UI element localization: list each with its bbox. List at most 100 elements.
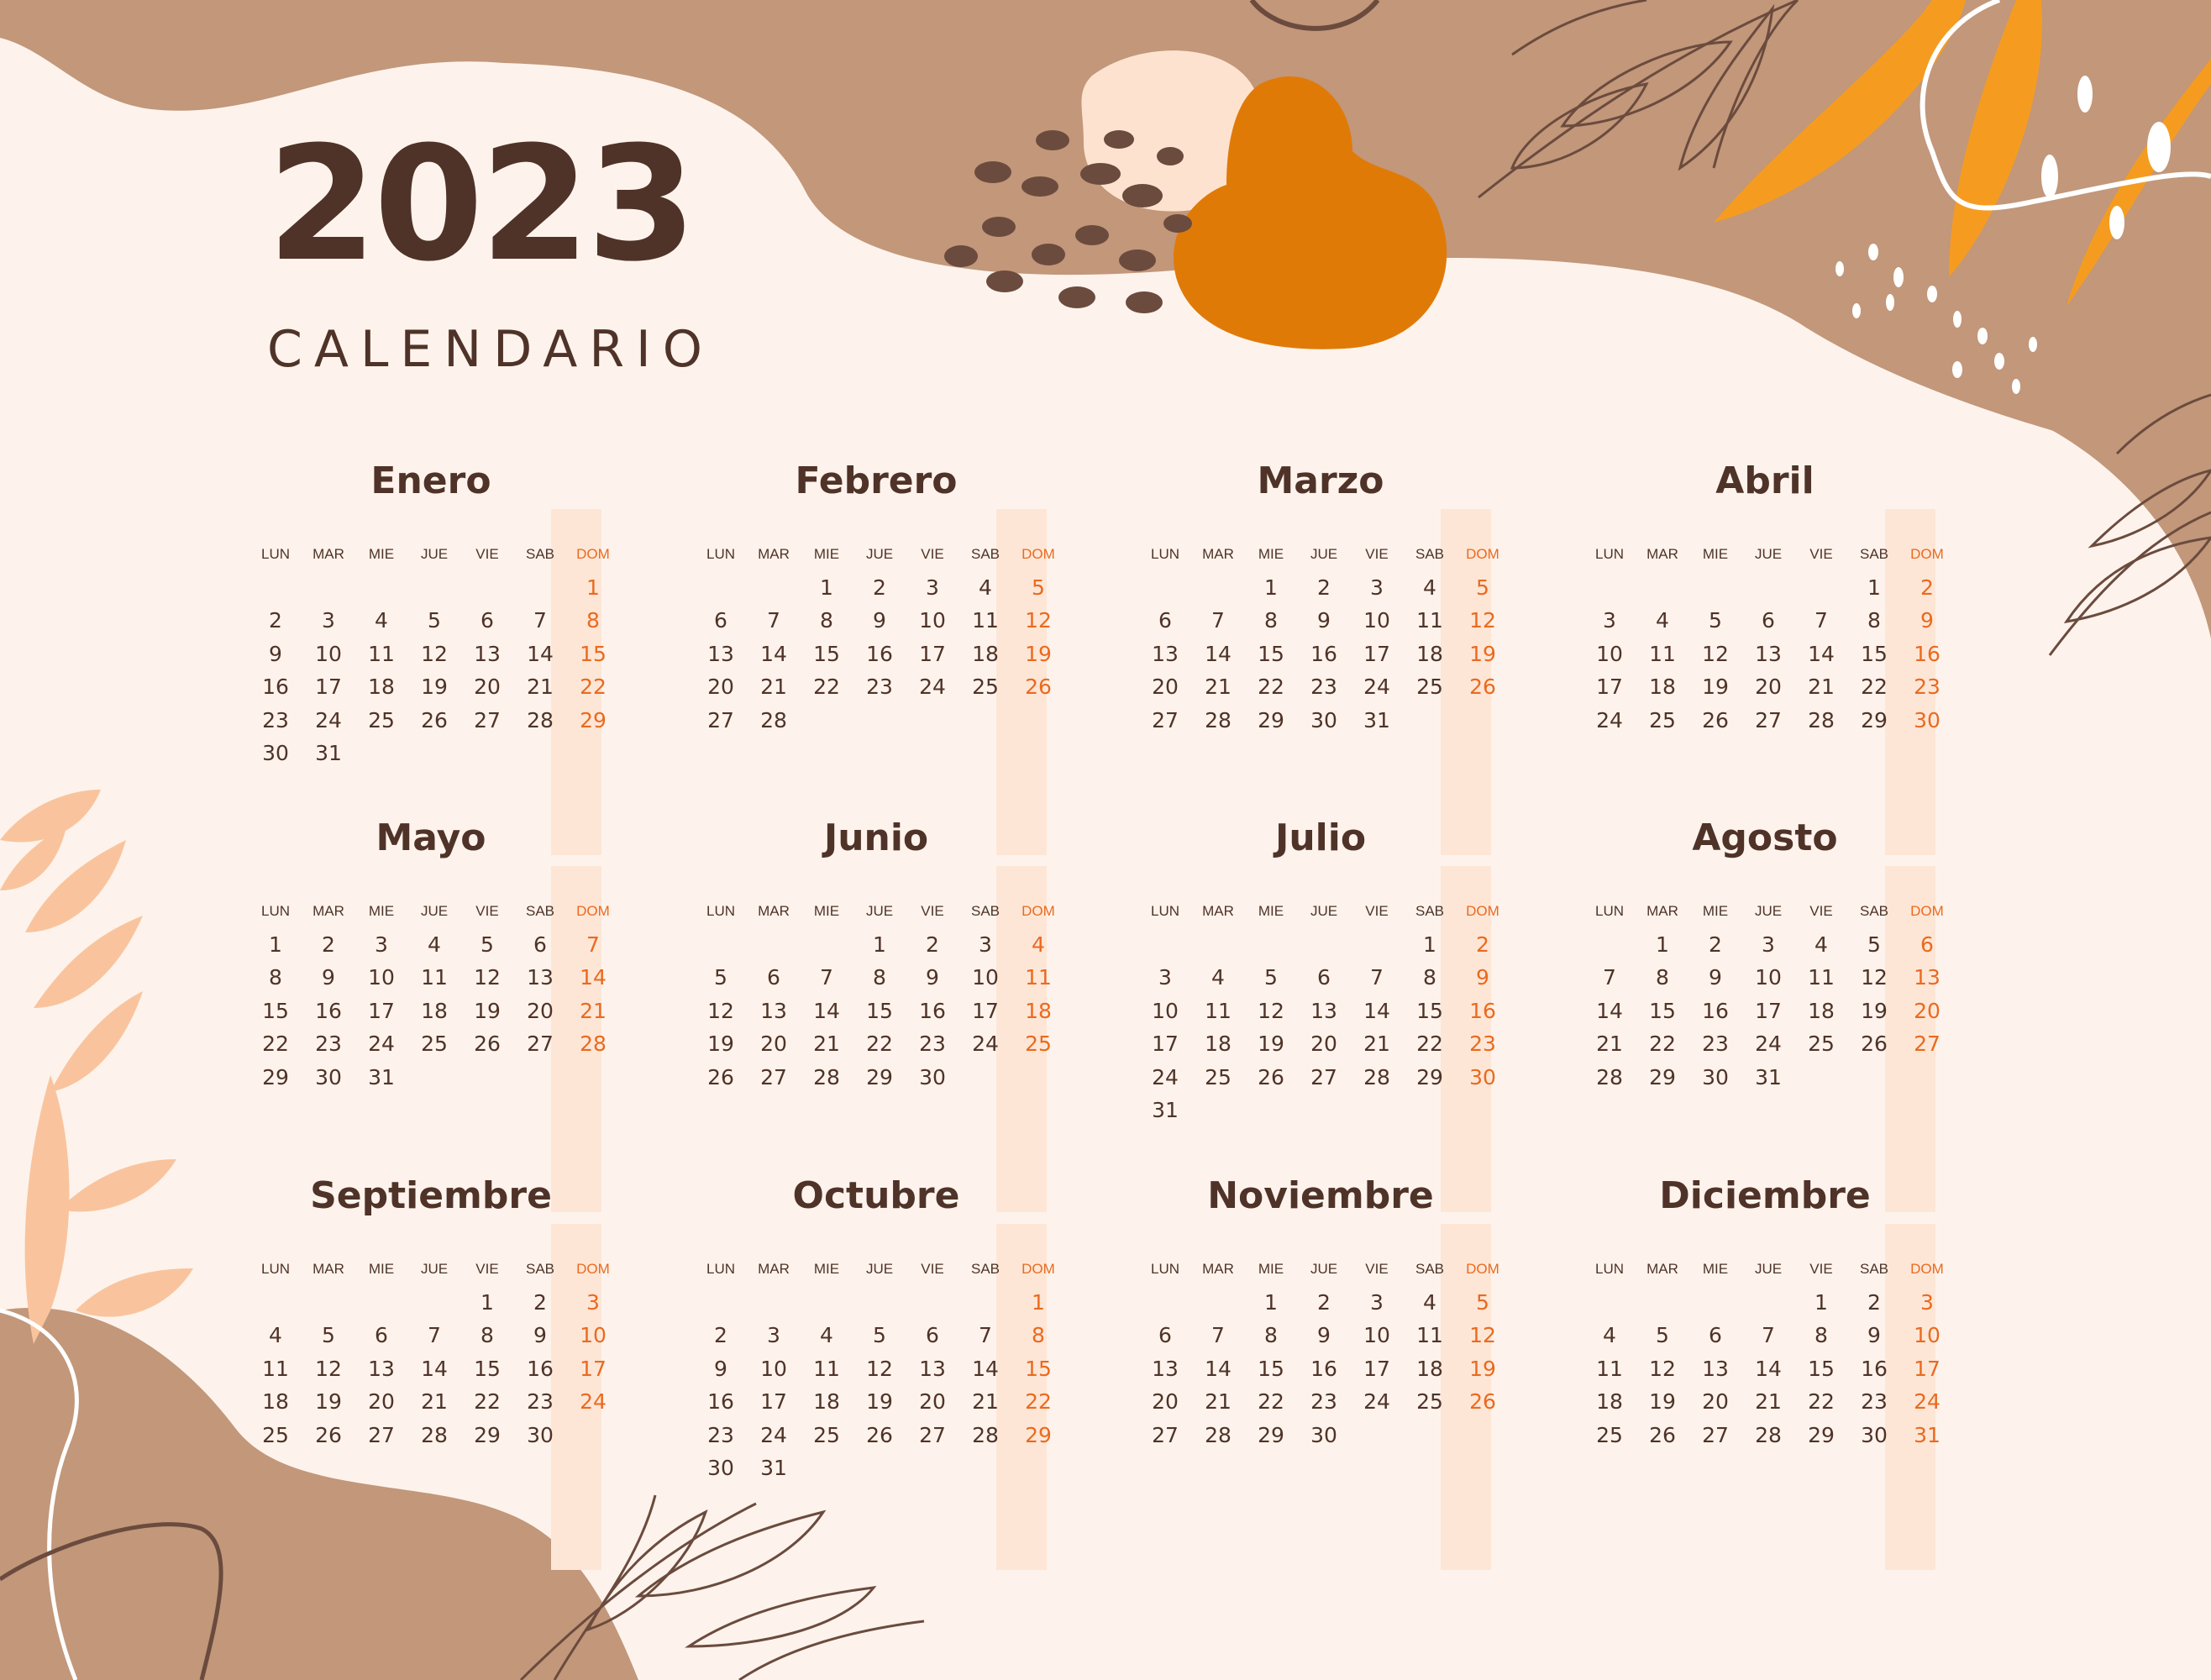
day-cell: 25 bbox=[1596, 1422, 1623, 1447]
day-cell: 21 bbox=[1205, 675, 1232, 700]
weekday-header: LUN bbox=[260, 903, 290, 919]
day-cell: 18 bbox=[1416, 1356, 1443, 1381]
day-cell: 10 bbox=[1755, 965, 1782, 990]
day-cell: 23 bbox=[919, 1032, 946, 1057]
day-cell: 17 bbox=[1914, 1356, 1941, 1381]
day-cell: 16 bbox=[1914, 641, 1941, 666]
weekday-header: JUE bbox=[1754, 546, 1783, 562]
day-cell: 3 bbox=[322, 608, 335, 633]
day-cell: 15 bbox=[474, 1356, 501, 1381]
day-cell: 22 bbox=[1416, 1032, 1443, 1057]
day-cell: 9 bbox=[322, 965, 335, 990]
day-cell: 22 bbox=[1649, 1032, 1676, 1057]
day-cell: 5 bbox=[1709, 608, 1722, 633]
weekday-header: LUN bbox=[1150, 1261, 1179, 1277]
weekday-header: VIE bbox=[1365, 1261, 1389, 1277]
day-cell: 6 bbox=[375, 1323, 388, 1348]
weekday-header: MIE bbox=[813, 903, 840, 919]
day-cell: 6 bbox=[1158, 1323, 1172, 1348]
day-cell: 30 bbox=[1469, 1064, 1496, 1089]
day-cell: 30 bbox=[707, 1456, 734, 1480]
day-cell: 25 bbox=[1649, 707, 1676, 732]
day-cell: 16 bbox=[1310, 641, 1337, 666]
weekday-header: JUE bbox=[1754, 1261, 1783, 1277]
day-cell: 8 bbox=[586, 608, 600, 633]
month-mayo: Mayo LUN MAR MIE JUE VIE SAB DOM 1 2 3 4 5 6 7 8 9 10 11 12… bbox=[250, 817, 612, 1212]
weekday-header: DOM bbox=[1466, 546, 1499, 562]
day-cell: 28 bbox=[421, 1422, 448, 1447]
day-cell: 21 bbox=[1363, 1032, 1390, 1057]
month-junio: Junio LUN MAR MIE JUE VIE SAB DOM 1 2 3 4 5 6 7 8 9 10 11 1… bbox=[696, 817, 1057, 1212]
day-cell: 7 bbox=[586, 932, 600, 957]
day-cell: 19 bbox=[315, 1389, 342, 1415]
day-cell: 23 bbox=[866, 675, 893, 700]
day-cell: 3 bbox=[1370, 1290, 1384, 1315]
day-cell: 19 bbox=[1469, 1356, 1496, 1381]
day-cell: 4 bbox=[1032, 932, 1045, 957]
day-cell: 31 bbox=[1152, 1098, 1179, 1122]
day-cell: 8 bbox=[1423, 965, 1436, 990]
day-cell: 24 bbox=[1596, 707, 1623, 732]
day-cell: 12 bbox=[421, 641, 448, 666]
day-cell: 17 bbox=[580, 1356, 607, 1381]
weekday-header: MAR bbox=[312, 546, 344, 562]
weekday-header: LUN bbox=[1594, 546, 1624, 562]
day-cell: 16 bbox=[866, 641, 893, 666]
weekday-header: JUE bbox=[865, 903, 894, 919]
day-cell: 13 bbox=[1152, 1356, 1179, 1381]
day-cell: 7 bbox=[1762, 1323, 1775, 1348]
day-cell: 11 bbox=[1025, 965, 1052, 990]
day-cell: 21 bbox=[1755, 1389, 1782, 1415]
day-cell: 25 bbox=[1025, 1032, 1052, 1057]
day-cell: 30 bbox=[262, 741, 289, 765]
weekday-header: VIE bbox=[921, 1261, 944, 1277]
weekday-header: DOM bbox=[1910, 1261, 1944, 1277]
day-cell: 21 bbox=[972, 1389, 999, 1415]
day-cell: 27 bbox=[919, 1422, 946, 1447]
peach-leaves bbox=[0, 790, 193, 1344]
day-cell: 6 bbox=[1709, 1323, 1722, 1348]
weekday-header: VIE bbox=[475, 903, 499, 919]
day-cell: 5 bbox=[428, 608, 441, 633]
day-cell: 26 bbox=[1702, 707, 1729, 732]
month-octubre: Octubre LUN MAR MIE JUE VIE SAB DOM 1 2 3 4 5 6 7 8 9 10 1… bbox=[696, 1175, 1057, 1570]
day-cell: 13 bbox=[1310, 998, 1337, 1023]
day-cell: 15 bbox=[1649, 998, 1676, 1023]
day-cell: 21 bbox=[1596, 1032, 1623, 1057]
day-cell: 23 bbox=[315, 1032, 342, 1057]
weekday-header: DOM bbox=[1021, 1261, 1055, 1277]
day-cell: 14 bbox=[580, 965, 607, 990]
day-cell: 30 bbox=[315, 1064, 342, 1089]
day-cell: 13 bbox=[1152, 641, 1179, 666]
day-cell: 4 bbox=[1423, 1290, 1436, 1315]
day-cell: 18 bbox=[368, 675, 395, 700]
month-title: Diciembre bbox=[1659, 1174, 1871, 1217]
month-agosto: Agosto LUN MAR MIE JUE VIE SAB DOM 1 2 3 4 5 6 7 8 9 10 11… bbox=[1584, 817, 1946, 1212]
day-cell: 11 bbox=[1649, 641, 1676, 666]
month-title: Octubre bbox=[792, 1174, 960, 1217]
weekday-header: MAR bbox=[758, 903, 790, 919]
weekday-header: SAB bbox=[1415, 546, 1445, 562]
weekday-header: VIE bbox=[475, 1261, 499, 1277]
day-cell: 4 bbox=[979, 575, 992, 600]
day-cell: 8 bbox=[1264, 608, 1278, 633]
day-cell: 4 bbox=[428, 932, 441, 957]
day-cell: 12 bbox=[474, 965, 501, 990]
month-title: Agosto bbox=[1692, 816, 1838, 859]
day-cell: 18 bbox=[262, 1389, 289, 1415]
month-title: Abril bbox=[1715, 459, 1814, 502]
day-cell: 28 bbox=[1205, 1422, 1232, 1447]
day-cell: 5 bbox=[1867, 932, 1881, 957]
day-cell: 9 bbox=[1317, 1323, 1331, 1348]
day-cell: 16 bbox=[527, 1356, 554, 1381]
calendar-subtitle: CALENDARIO bbox=[267, 320, 714, 379]
day-cell: 29 bbox=[1649, 1064, 1676, 1089]
day-cell: 12 bbox=[1258, 998, 1284, 1023]
day-cell: 4 bbox=[820, 1323, 833, 1348]
day-cell: 1 bbox=[1814, 1290, 1828, 1315]
day-cell: 6 bbox=[1920, 932, 1934, 957]
day-cell: 8 bbox=[1867, 608, 1881, 633]
month-diciembre: Diciembre LUN MAR MIE JUE VIE SAB DOM 1 2 3 4 5 6 7 8 9 1… bbox=[1584, 1175, 1946, 1570]
day-cell: 20 bbox=[1755, 675, 1782, 700]
weekday-header: JUE bbox=[1310, 1261, 1338, 1277]
